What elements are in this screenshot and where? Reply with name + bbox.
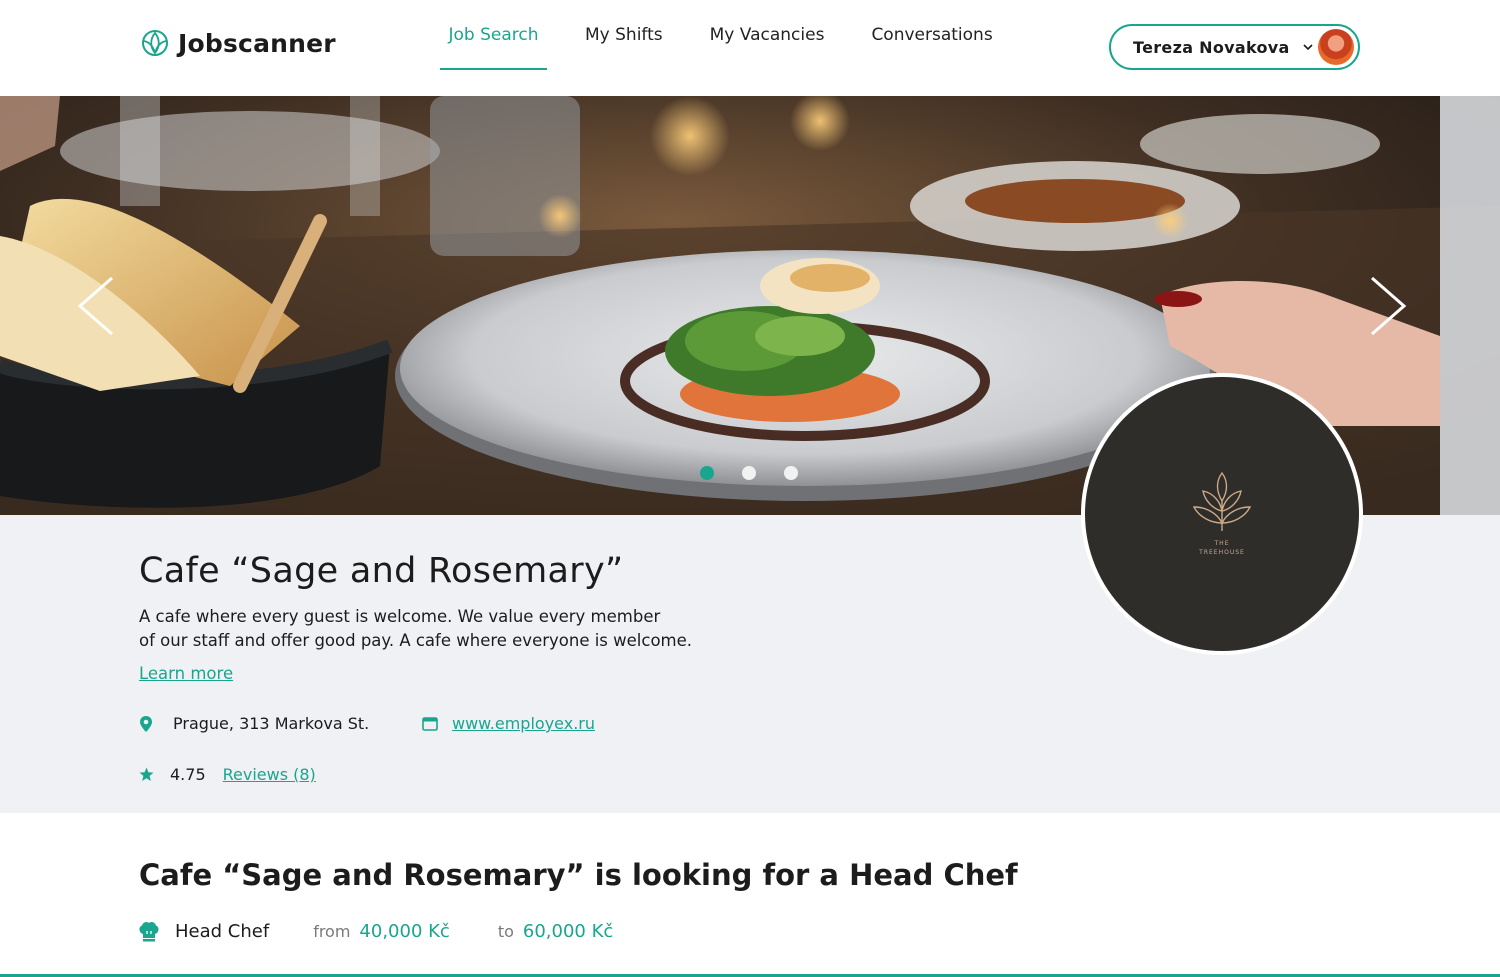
main-nav: Job Search My Shifts My Vacancies Conver… <box>440 0 993 96</box>
cafe-title: Cafe “Sage and Rosemary” <box>139 551 624 591</box>
nav-my-shifts[interactable]: My Shifts <box>585 0 663 70</box>
user-name: Tereza Novakova <box>1133 37 1290 57</box>
chevron-down-icon <box>1303 44 1313 51</box>
cafe-description-line-2: of our staff and offer good pay. A cafe … <box>139 631 693 650</box>
cafe-logo-text-top: THE <box>1214 540 1230 547</box>
vacancy-summary[interactable]: Head Chef from 40,000 Kč to 60,000 Kč <box>137 919 613 943</box>
carousel-next-arrow-icon[interactable] <box>1364 274 1412 338</box>
browser-window-icon <box>422 716 438 731</box>
cafe-logo-text: THE TREEHOUSE <box>1199 539 1245 557</box>
cafe-rating: 4.75 Reviews (8) <box>139 765 316 784</box>
address-text: Prague, 313 Markova St. <box>173 714 370 733</box>
salary-to-amount: 60,000 Kč <box>522 920 614 942</box>
carousel-dot-3[interactable] <box>784 466 798 480</box>
top-header: Jobscanner Job Search My Shifts My Vacan… <box>0 0 1500 96</box>
salary-from-label: from <box>313 921 351 941</box>
nav-conversations[interactable]: Conversations <box>871 0 992 70</box>
vacancy-role: Head Chef <box>175 920 270 942</box>
salary-from-amount: 40,000 Kč <box>359 920 450 942</box>
user-menu-button[interactable]: Tereza Novakova <box>1109 24 1360 70</box>
cafe-address: Prague, 313 Markova St. <box>139 714 369 733</box>
brand-name: Jobscanner <box>178 28 336 58</box>
carousel-dot-1[interactable] <box>700 466 714 480</box>
cafe-logo-text-bottom: TREEHOUSE <box>1199 549 1245 556</box>
star-icon <box>139 767 154 781</box>
rating-value: 4.75 <box>170 765 206 784</box>
nav-my-vacancies[interactable]: My Vacancies <box>710 0 825 70</box>
cafe-logo: THE TREEHOUSE <box>1081 373 1363 655</box>
carousel-prev-arrow-icon[interactable] <box>72 274 120 338</box>
learn-more-link[interactable]: Learn more <box>139 664 233 683</box>
cafe-description: A cafe where every guest is welcome. We … <box>139 605 699 653</box>
vacancy-section: Cafe “Sage and Rosemary” is looking for … <box>0 813 1500 977</box>
cafe-logo-badge: THE TREEHOUSE <box>1085 377 1359 651</box>
vacancy-title: Cafe “Sage and Rosemary” is looking for … <box>139 858 1018 892</box>
chef-hat-icon <box>139 921 159 942</box>
avatar <box>1318 29 1354 65</box>
carousel-dot-2[interactable] <box>742 466 756 480</box>
cafe-website: www.employex.ru <box>422 714 595 733</box>
reviews-link[interactable]: Reviews (8) <box>223 765 316 784</box>
website-link[interactable]: www.employex.ru <box>452 714 595 733</box>
brand-logo[interactable]: Jobscanner <box>140 28 336 58</box>
cafe-description-line-1: A cafe where every guest is welcome. We … <box>139 607 661 626</box>
nav-job-search[interactable]: Job Search <box>440 0 547 70</box>
treehouse-leaf-logo-icon <box>1192 471 1252 531</box>
location-pin-icon <box>140 715 152 732</box>
carousel-dots <box>700 466 798 480</box>
salary-to-label: to <box>497 921 514 941</box>
brand-leaf-icon <box>142 30 168 56</box>
